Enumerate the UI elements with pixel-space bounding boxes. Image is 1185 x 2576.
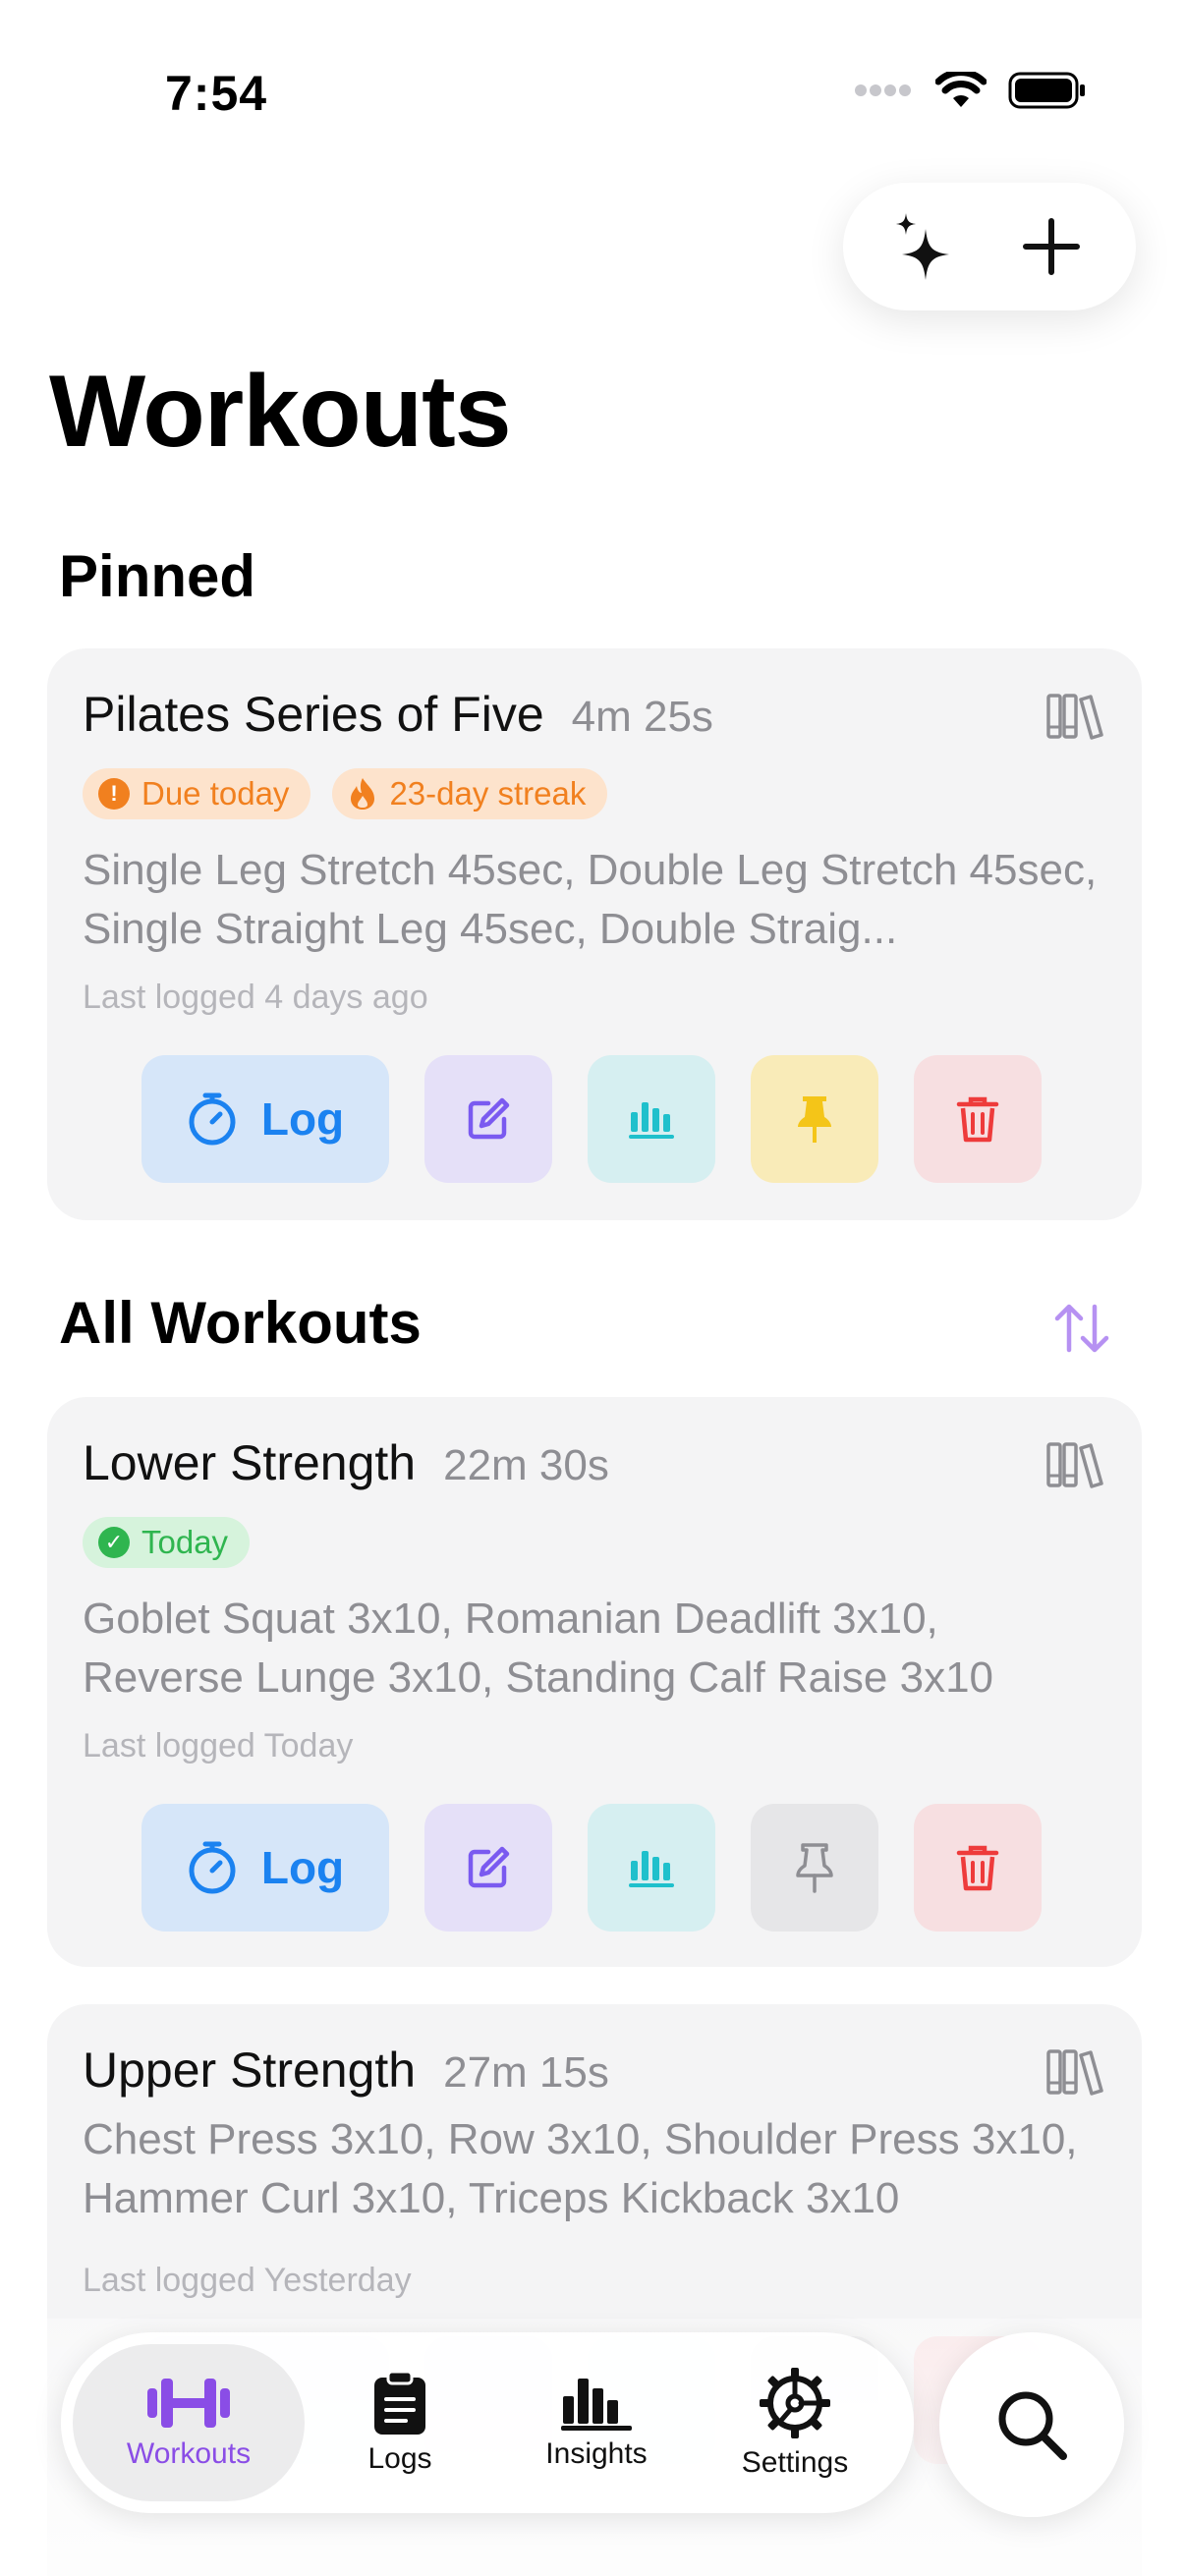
badges: ✓ Today xyxy=(83,1517,251,1568)
sort-arrows-icon xyxy=(1054,1304,1109,1353)
workout-description: Goblet Squat 3x10, Romanian Deadlift 3x1… xyxy=(83,1595,994,1702)
plus-icon xyxy=(1023,218,1080,275)
stats-button[interactable] xyxy=(588,1804,715,1932)
all-workouts-section-title: All Workouts xyxy=(59,1290,422,1356)
log-label: Log xyxy=(260,1842,345,1893)
bar-chart-icon xyxy=(561,2379,632,2431)
badge-label: 23-day streak xyxy=(389,775,587,812)
ai-generate-button[interactable] xyxy=(878,197,977,296)
workout-card[interactable]: Lower Strength 22m 30s ✓ Today Goblet Sq… xyxy=(47,1397,1142,1967)
workout-description: Chest Press 3x10, Row 3x10, Shoulder Pre… xyxy=(83,2115,1078,2222)
today-badge: ✓ Today xyxy=(83,1517,251,1568)
tab-logs[interactable]: Logs xyxy=(307,2344,493,2501)
page-title: Workouts xyxy=(49,355,512,469)
pin-button[interactable] xyxy=(751,1055,878,1183)
card-actions: Log xyxy=(141,1804,1042,1932)
tab-bar: Workouts Logs Insights Settings xyxy=(61,2332,914,2513)
last-logged: Last logged Yesterday xyxy=(83,2262,412,2299)
trash-icon xyxy=(956,1845,999,1891)
workout-name: Pilates Series of Five xyxy=(83,687,544,742)
search-icon xyxy=(998,2391,1067,2460)
checkmark-icon: ✓ xyxy=(98,1527,130,1558)
tab-settings[interactable]: Settings xyxy=(702,2344,888,2501)
workout-duration: 22m 30s xyxy=(443,1441,609,1489)
pin-filled-icon xyxy=(798,1096,831,1143)
pin-outline-icon xyxy=(796,1843,833,1893)
status-time: 7:54 xyxy=(165,66,268,121)
cellular-signal-icon xyxy=(855,84,911,96)
alert-icon: ! xyxy=(98,778,130,810)
pin-button[interactable] xyxy=(751,1804,878,1932)
tab-label: Logs xyxy=(367,2442,432,2475)
dumbbell-icon xyxy=(147,2379,230,2428)
stopwatch-icon xyxy=(189,1841,236,1894)
tab-label: Settings xyxy=(741,2446,849,2479)
flame-icon xyxy=(351,778,375,810)
bar-chart-icon xyxy=(629,1102,674,1139)
delete-button[interactable] xyxy=(914,1804,1042,1932)
sort-button[interactable] xyxy=(1038,1289,1126,1368)
gear-icon xyxy=(760,2368,830,2438)
last-logged: Last logged Today xyxy=(83,1727,354,1764)
library-icon[interactable] xyxy=(1045,2044,1104,2097)
status-bar: 7:54 xyxy=(0,0,1185,187)
card-actions: Log xyxy=(141,1055,1042,1183)
battery-icon xyxy=(1008,72,1085,109)
search-button[interactable] xyxy=(939,2332,1124,2517)
tab-label: Insights xyxy=(545,2437,648,2470)
edit-icon xyxy=(468,1097,510,1140)
clipboard-icon xyxy=(374,2370,425,2435)
edit-icon xyxy=(468,1846,510,1888)
wifi-icon xyxy=(935,72,987,107)
edit-button[interactable] xyxy=(424,1055,552,1183)
tab-insights[interactable]: Insights xyxy=(503,2344,690,2501)
workout-card-pinned[interactable]: Pilates Series of Five 4m 25s ! Due toda… xyxy=(47,648,1142,1220)
stats-button[interactable] xyxy=(588,1055,715,1183)
edit-button[interactable] xyxy=(424,1804,552,1932)
streak-badge: 23-day streak xyxy=(332,768,608,819)
workout-duration: 27m 15s xyxy=(443,2048,609,2097)
badges: ! Due today 23-day streak xyxy=(83,768,608,819)
sparkles-icon xyxy=(896,213,949,280)
workout-name: Upper Strength xyxy=(83,2043,417,2098)
library-icon[interactable] xyxy=(1045,688,1104,741)
add-workout-button[interactable] xyxy=(1002,197,1100,296)
status-icons xyxy=(855,71,1087,110)
log-button[interactable]: Log xyxy=(141,1804,389,1932)
badge-label: Due today xyxy=(141,775,290,812)
workout-description: Single Leg Stretch 45sec, Double Leg Str… xyxy=(83,846,1098,953)
stopwatch-icon xyxy=(189,1092,236,1146)
due-today-badge: ! Due today xyxy=(83,768,311,819)
pinned-section-title: Pinned xyxy=(59,543,256,609)
workout-duration: 4m 25s xyxy=(571,693,713,741)
trash-icon xyxy=(956,1096,999,1143)
bar-chart-icon xyxy=(629,1851,674,1887)
top-actions xyxy=(843,183,1136,310)
tab-label: Workouts xyxy=(126,2437,252,2470)
tab-workouts[interactable]: Workouts xyxy=(73,2344,305,2501)
log-button[interactable]: Log xyxy=(141,1055,389,1183)
workout-name: Lower Strength xyxy=(83,1435,417,1490)
log-label: Log xyxy=(260,1093,345,1145)
last-logged: Last logged 4 days ago xyxy=(83,979,428,1016)
library-icon[interactable] xyxy=(1045,1436,1104,1489)
delete-button[interactable] xyxy=(914,1055,1042,1183)
badge-label: Today xyxy=(141,1524,229,1560)
